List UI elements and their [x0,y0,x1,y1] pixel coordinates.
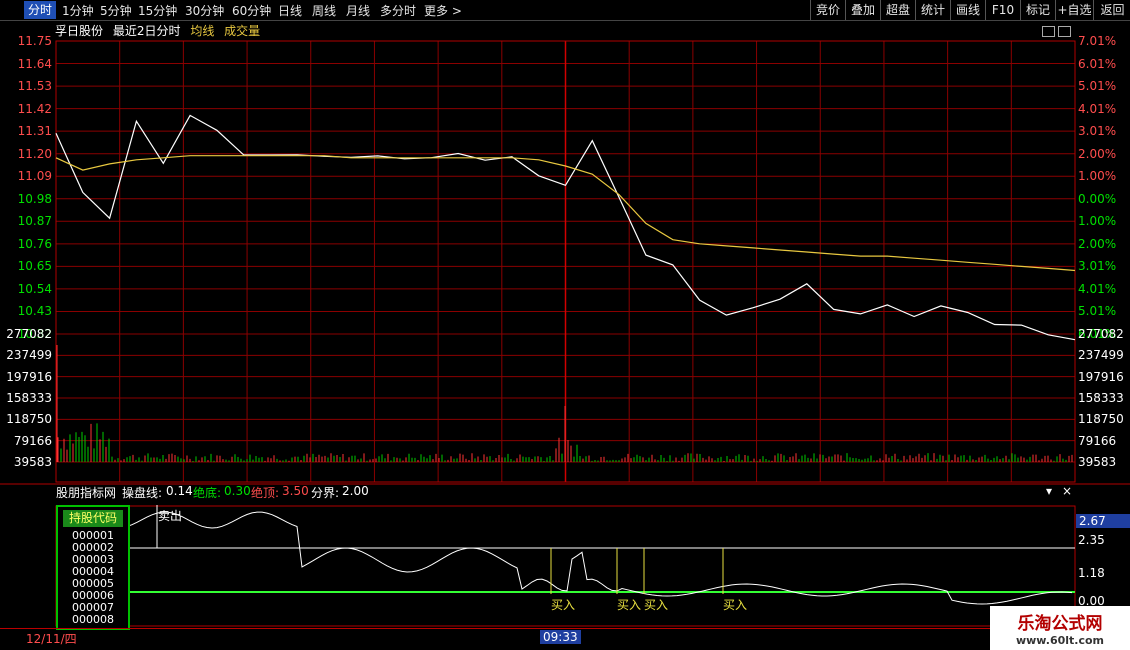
percent-tick: 0.00% [1078,191,1117,206]
indicator-v2: 0.30 [224,484,251,498]
indicator-axis-tick: 2.35 [1078,533,1105,547]
price-tick: 10.76 [17,236,52,251]
watermark-title: 乐淘公式网 [1017,614,1103,634]
volume-tick: 118750 [6,412,52,427]
price-tick: 11.09 [17,169,52,184]
site-watermark: 乐淘公式网 www.60lt.com [990,606,1130,650]
percent-tick: 3.01% [1078,124,1117,139]
intraday-chart [0,40,1130,627]
price-tick: 11.20 [17,146,52,161]
volume-tick: 237499 [1078,348,1124,363]
holdings-panel: 持股代码 000001 000002 000003 000004 000005 00000… [56,505,130,630]
buy-signal-label: 买入 [723,598,748,612]
buy-signal-label: 买入 [644,598,669,612]
percent-tick: 7.01% [1078,34,1117,48]
indicator-k4: 分界: [311,486,340,500]
volume-tick: 158333 [6,391,52,405]
percent-tick: 6.01% [1078,56,1117,71]
volume-tick: 39583 [1078,455,1117,469]
price-tick: 10.87 [17,214,52,229]
sell-signal-label: 卖出 [158,509,183,523]
price-tick: 11.53 [17,79,52,94]
percent-tick: 5.01% [1078,79,1117,94]
percent-tick: 2.00% [1078,236,1117,251]
percent-tick: 3.01% [1078,259,1117,274]
volume-tick: 237499 [6,348,52,363]
indicator-v4: 2.00 [342,484,369,498]
indicator-k1: 操盘线: [122,486,163,500]
price-tick: 10.98 [17,191,52,206]
price-tick: 11.75 [17,34,52,48]
buy-signal-label: 买入 [551,598,576,612]
indicator-k2: 绝底: [193,486,222,500]
percent-tick: 2.00% [1078,146,1117,161]
price-tick: 11.42 [17,101,52,116]
volume-tick: 277082 [6,327,52,341]
buy-signal-label: 买入 [617,598,642,612]
price-tick: 10.54 [17,281,52,296]
watermark-url: www.60lt.com [1015,634,1105,647]
volume-tick: 197916 [6,369,52,384]
holding-code[interactable]: 000008 [58,614,128,626]
indicator-lines [126,505,1075,605]
volume-tick: 277082 [1078,327,1124,341]
close-icon[interactable]: × [1062,484,1072,498]
percent-tick: 1.00% [1078,214,1117,229]
indicator-axis-tick: 1.18 [1078,566,1105,580]
volume-tick: 158333 [1078,391,1124,405]
percent-tick: 5.01% [1078,304,1117,319]
price-tick: 10.65 [17,259,52,274]
volume-tick: 79166 [1078,433,1117,448]
indicator-line [126,511,1073,605]
volume-tick: 118750 [1078,412,1124,427]
price-tick: 10.43 [17,304,52,319]
volume-tick: 39583 [13,455,52,469]
indicator-v1: 0.14 [166,484,193,498]
indicator-v3: 3.50 [282,484,309,498]
holdings-title: 持股代码 [63,510,123,527]
indicator-current-value: 2.67 [1076,514,1130,528]
cursor-time: 09:33 [540,630,581,644]
price-tick: 11.64 [17,56,52,71]
percent-tick: 4.01% [1078,281,1117,296]
date-label: 12/11/四 [26,632,77,646]
volume-tick: 79166 [13,433,52,448]
percent-tick: 4.01% [1078,101,1117,116]
volume-bars [56,345,1073,462]
dropdown-icon[interactable]: ▾ [1046,484,1052,498]
indicator-header: 股朋指标网 操盘线: 0.14 绝底: 0.30 绝顶: 3.50 分界: 2.… [0,484,1130,502]
indicator-k3: 绝顶: [251,486,280,500]
percent-tick: 1.00% [1078,169,1117,184]
volume-tick: 197916 [1078,369,1124,384]
time-axis: 12/11/四 09:33 [0,628,1130,646]
indicator-name: 股朋指标网 [56,486,117,500]
chart-grid [0,40,1130,627]
price-tick: 11.31 [17,124,52,139]
